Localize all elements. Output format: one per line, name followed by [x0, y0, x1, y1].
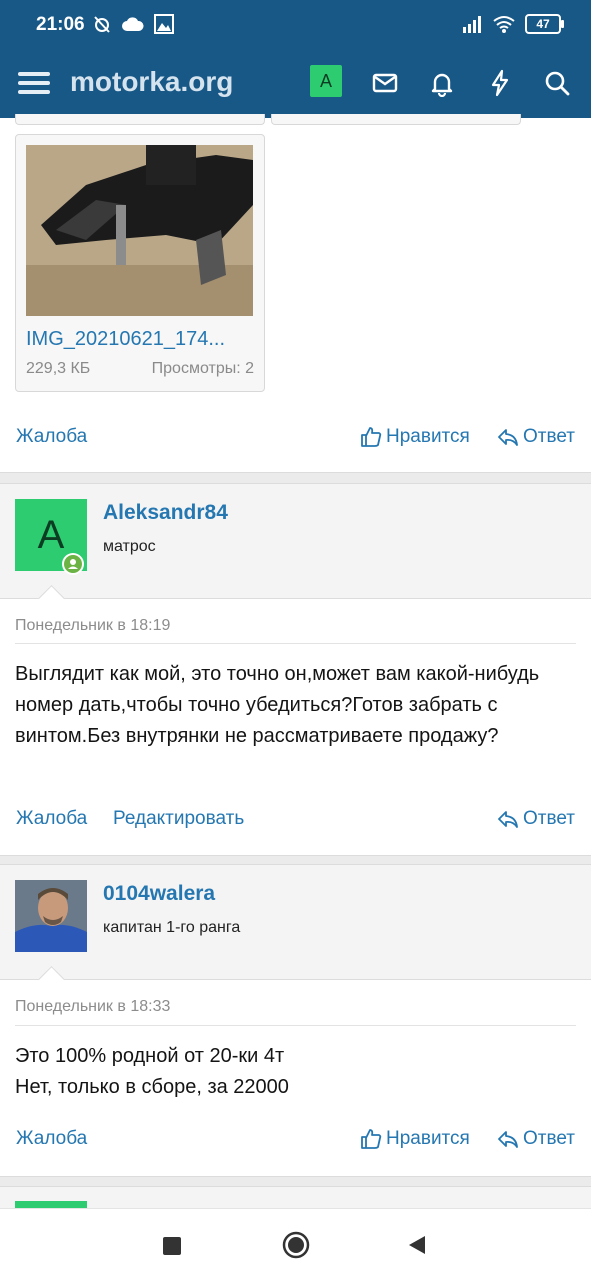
report-link[interactable]: Жалоба: [16, 426, 87, 448]
like-button[interactable]: Нравится: [360, 1128, 470, 1150]
back-icon[interactable]: [406, 1234, 428, 1256]
report-label: Жалоба: [16, 808, 88, 829]
post-2-user-block: [0, 483, 591, 600]
like-label: Нравится: [386, 426, 470, 447]
site-title[interactable]: motorka.org: [70, 66, 233, 98]
app-header: motorka.org A: [0, 52, 591, 118]
user-avatar-photo[interactable]: [15, 880, 87, 952]
cloud-icon: [122, 17, 144, 31]
recents-icon[interactable]: [162, 1236, 182, 1256]
attachment-card-above: [15, 114, 265, 125]
system-nav-bar: [0, 1208, 591, 1281]
reply-button[interactable]: Ответ: [497, 808, 575, 830]
post-3-user-block: [0, 864, 591, 981]
status-time: 21:06: [36, 14, 85, 35]
edit-label: Редактировать: [113, 808, 245, 829]
report-label: Жалоба: [16, 426, 88, 447]
reply-icon: [498, 429, 518, 446]
reply-button[interactable]: Ответ: [497, 1128, 575, 1150]
online-status-icon: [62, 553, 84, 575]
post-date[interactable]: Понедельник в 18:33: [15, 998, 170, 1016]
user-title: матрос: [103, 538, 156, 555]
post-message: Это 100% родной от 20-ки 4т Нет, только …: [15, 1041, 575, 1103]
like-label: Нравится: [386, 1128, 470, 1149]
reply-label: Ответ: [523, 1128, 575, 1149]
reply-icon: [498, 811, 518, 828]
image-icon: [154, 14, 174, 34]
battery-icon: 47: [525, 14, 564, 34]
bell-icon[interactable]: [428, 69, 456, 97]
like-button[interactable]: Нравится: [360, 426, 470, 448]
alarm-off-icon: [94, 16, 110, 33]
menu-icon[interactable]: [18, 67, 50, 99]
attachment-thumbnail[interactable]: [26, 145, 253, 316]
attachment-card[interactable]: IMG_20210621_174... 229,3 КБ Просмотры: …: [15, 134, 265, 392]
status-bar: 21:06 47: [0, 0, 591, 52]
report-label: Жалоба: [16, 1128, 88, 1149]
post-date[interactable]: Понедельник в 18:19: [15, 617, 170, 635]
home-icon[interactable]: [282, 1231, 310, 1259]
post-message-line: Нет, только в сборе, за 22000: [15, 1076, 289, 1098]
lightning-icon[interactable]: [486, 69, 514, 97]
mail-icon[interactable]: [371, 69, 399, 97]
post-message: Выглядит как мой, это точно он,может вам…: [15, 663, 540, 747]
wifi-icon: [493, 16, 515, 33]
report-link[interactable]: Жалоба: [16, 1128, 87, 1150]
user-title: капитан 1-го ранга: [103, 919, 241, 936]
reply-label: Ответ: [523, 426, 575, 447]
report-link[interactable]: Жалоба: [16, 808, 87, 830]
attachment-views: Просмотры: 2: [151, 360, 254, 377]
divider: [15, 643, 576, 644]
attachment-card-above: [271, 114, 521, 125]
thumbs-up-icon: [361, 1129, 382, 1149]
account-avatar[interactable]: A: [310, 65, 342, 97]
reply-button[interactable]: Ответ: [497, 426, 575, 448]
attachment-size: 229,3 КБ: [26, 360, 91, 377]
thumbs-up-icon: [361, 427, 382, 447]
user-photo-image: [15, 880, 87, 952]
edit-link[interactable]: Редактировать: [113, 808, 244, 830]
signal-icon: [463, 16, 481, 33]
search-icon[interactable]: [543, 69, 571, 97]
attachment-filename[interactable]: IMG_20210621_174...: [26, 328, 254, 351]
reply-label: Ответ: [523, 808, 575, 829]
username[interactable]: 0104walera: [103, 882, 215, 906]
outboard-gearcase-image: [26, 145, 253, 316]
post-message-line: Это 100% родной от 20-ки 4т: [15, 1045, 285, 1067]
reply-icon: [498, 1131, 518, 1148]
divider: [15, 1025, 576, 1026]
username[interactable]: Aleksandr84: [103, 501, 228, 525]
